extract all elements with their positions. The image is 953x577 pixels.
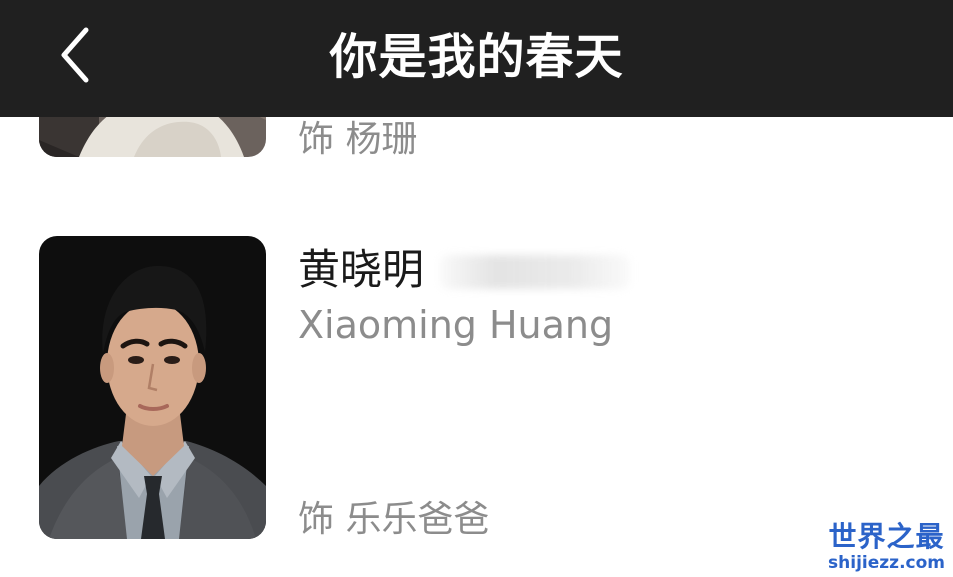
- watermark-logo: 世界之最 shijiezz.com: [828, 520, 945, 574]
- watermark-text: 世界之最: [828, 520, 945, 553]
- actor-name: 黄晓明: [298, 245, 425, 294]
- nav-header: 你是我的春天: [0, 0, 953, 117]
- page-title: 你是我的春天: [329, 29, 624, 85]
- watermark-url: shijiezz.com: [828, 553, 945, 573]
- role-name: 饰 杨珊: [298, 119, 418, 160]
- blurred-text: [440, 255, 630, 289]
- actor-name-english: Xiaoming Huang: [298, 303, 614, 347]
- actor-photo[interactable]: [39, 236, 266, 539]
- role-name: 饰 乐乐爸爸: [298, 499, 490, 540]
